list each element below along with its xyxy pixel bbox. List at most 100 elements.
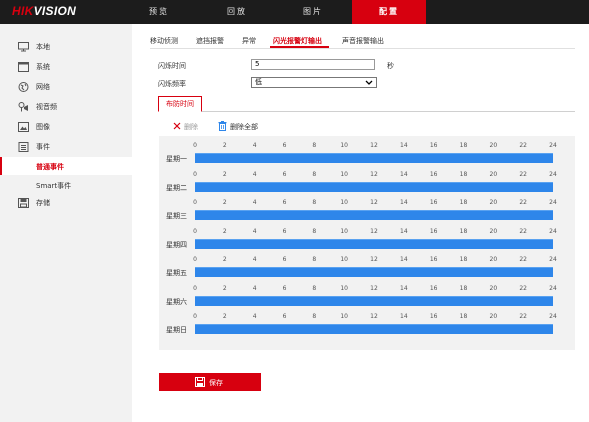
- hour-tick-label: 18: [459, 199, 468, 206]
- hour-tick-label: 6: [282, 256, 287, 263]
- schedule-time-segment[interactable]: [195, 153, 553, 163]
- hour-tick-label: 0: [193, 284, 197, 292]
- sidebar-item-smart-event[interactable]: Smart事件: [0, 176, 132, 194]
- sidebar-item-label: 图像: [36, 123, 50, 131]
- hour-tick-label: 22: [519, 227, 527, 235]
- hour-tick-label: 18: [459, 284, 468, 292]
- hour-tick-label: 6: [282, 199, 287, 206]
- hour-tick-label: 4: [252, 142, 257, 149]
- schedule-row[interactable]: 0 2 4 6 8 10 12 14 16 18 20 22 24 星期四: [159, 228, 575, 256]
- hour-tick-label: 10: [340, 284, 348, 292]
- arming-schedule-grid[interactable]: 0 2 4 6 8 10 12 14 16 18 20 22 24 星期一 0 2 4 6 8 10 12 14 16 18 2…: [159, 136, 575, 350]
- hour-tick-label: 16: [429, 256, 438, 263]
- hour-tick-label: 4: [252, 227, 257, 235]
- storage-icon: [18, 198, 29, 208]
- hour-tick-label: 2: [222, 227, 227, 235]
- schedule-row[interactable]: 0 2 4 6 8 10 12 14 16 18 20 22 24 星期二: [159, 171, 575, 199]
- trash-icon: [218, 121, 227, 131]
- hour-tick-label: 12: [370, 256, 378, 263]
- hour-tick-label: 0: [193, 256, 197, 263]
- image-icon: [18, 122, 29, 132]
- sidebar-item-video-audio[interactable]: 视音频: [0, 98, 132, 116]
- flash-time-input[interactable]: 5: [251, 59, 375, 70]
- sidebar: 本地 系统 网络 视音频 图像 事件 普通事件 Smart事件 存储: [0, 24, 132, 422]
- day-label: 星期六: [166, 297, 187, 306]
- schedule-time-segment[interactable]: [195, 324, 553, 334]
- hour-tick-label: 22: [519, 256, 527, 263]
- tab-exception[interactable]: 异常: [242, 36, 256, 46]
- flash-frequency-select[interactable]: 低: [251, 77, 377, 88]
- hour-tick-label: 20: [489, 256, 498, 263]
- sidebar-item-label: 事件: [36, 143, 50, 151]
- hour-tick-label: 22: [519, 284, 527, 292]
- sidebar-item-normal-event[interactable]: 普通事件: [0, 157, 132, 175]
- hour-tick-label: 14: [400, 170, 408, 178]
- hour-tick-label: 22: [519, 142, 527, 149]
- schedule-row[interactable]: 0 2 4 6 8 10 12 14 16 18 20 22 24 星期五: [159, 256, 575, 284]
- nav-tab-configuration[interactable]: 配置: [352, 0, 426, 24]
- tab-flash-alarm-light-output[interactable]: 闪光报警灯输出: [273, 36, 322, 46]
- hour-scale: 0 2 4 6 8 10 12 14 16 18 20 22 24: [193, 284, 557, 293]
- hour-tick-label: 0: [193, 142, 197, 149]
- schedule-time-segment[interactable]: [195, 295, 553, 306]
- globe-icon: [18, 82, 29, 92]
- save-button[interactable]: 保存: [159, 373, 261, 391]
- hour-tick-label: 8: [312, 142, 317, 149]
- hour-tick-label: 8: [312, 199, 317, 206]
- hour-tick-label: 14: [400, 284, 408, 292]
- day-label: 星期四: [166, 240, 187, 249]
- hour-tick-label: 20: [489, 227, 498, 235]
- sidebar-item-network[interactable]: 网络: [0, 78, 132, 96]
- hour-tick-label: 2: [222, 142, 227, 149]
- tab-tamper-alarm[interactable]: 遮挡报警: [196, 36, 224, 46]
- hour-tick-label: 4: [252, 199, 257, 206]
- sidebar-item-event[interactable]: 事件: [0, 138, 132, 156]
- hour-tick-label: 10: [340, 313, 348, 320]
- nav-tab-picture[interactable]: 图片: [290, 0, 336, 24]
- video-audio-icon: [18, 102, 28, 112]
- subtab-divider: [150, 48, 575, 49]
- hour-tick-label: 22: [519, 313, 527, 320]
- tab-motion-detection[interactable]: 移动侦测: [150, 36, 178, 46]
- hour-tick-label: 14: [400, 313, 408, 320]
- day-label: 星期日: [166, 326, 187, 334]
- schedule-row[interactable]: 0 2 4 6 8 10 12 14 16 18 20 22 24 星期日: [159, 313, 575, 341]
- sidebar-item-label: 本地: [36, 43, 50, 51]
- sidebar-item-label: Smart事件: [36, 182, 72, 190]
- hour-tick-label: 0: [193, 313, 197, 320]
- close-icon: [173, 122, 181, 130]
- day-label: 星期二: [166, 183, 187, 192]
- hour-tick-label: 14: [400, 256, 408, 263]
- hour-tick-label: 14: [400, 199, 408, 206]
- schedule-time-segment[interactable]: [195, 181, 553, 192]
- sidebar-item-label: 普通事件: [36, 163, 64, 171]
- tab-audible-alarm-output[interactable]: 声音报警输出: [342, 36, 384, 46]
- hour-tick-label: 2: [222, 313, 227, 320]
- tab-arming-schedule[interactable]: 布防时间: [158, 96, 202, 112]
- hour-tick-label: 16: [429, 142, 438, 149]
- hikvision-logo: HIKVISION: [12, 4, 77, 18]
- hour-tick-label: 18: [459, 227, 468, 235]
- schedule-row[interactable]: 0 2 4 6 8 10 12 14 16 18 20 22 24 星期六: [159, 285, 575, 313]
- nav-tab-preview[interactable]: 预览: [138, 0, 180, 24]
- hour-tick-label: 2: [222, 256, 227, 263]
- hour-scale: 0 2 4 6 8 10 12 14 16 18 20 22 24: [193, 256, 557, 264]
- schedule-time-segment[interactable]: [195, 210, 553, 220]
- active-tab-underline: [270, 46, 329, 48]
- schedule-time-segment[interactable]: [195, 267, 553, 277]
- sidebar-item-image[interactable]: 图像: [0, 118, 132, 136]
- hour-tick-label: 4: [252, 256, 257, 263]
- hour-scale: 0 2 4 6 8 10 12 14 16 18 20 22 24: [193, 199, 557, 207]
- save-icon: [195, 377, 205, 387]
- nav-tab-playback[interactable]: 回放: [214, 0, 260, 24]
- sidebar-item-system[interactable]: 系统: [0, 58, 132, 76]
- sidebar-item-storage[interactable]: 存储: [0, 194, 132, 212]
- sidebar-item-local[interactable]: 本地: [0, 38, 132, 56]
- schedule-row[interactable]: 0 2 4 6 8 10 12 14 16 18 20 22 24 星期三: [159, 199, 575, 227]
- hour-scale: 0 2 4 6 8 10 12 14 16 18 20 22 24: [193, 313, 557, 321]
- hour-tick-label: 20: [489, 313, 498, 320]
- hour-tick-label: 8: [312, 284, 317, 292]
- schedule-row[interactable]: 0 2 4 6 8 10 12 14 16 18 20 22 24 星期一: [159, 142, 575, 170]
- schedule-time-segment[interactable]: [195, 238, 553, 249]
- hour-tick-label: 2: [222, 170, 227, 178]
